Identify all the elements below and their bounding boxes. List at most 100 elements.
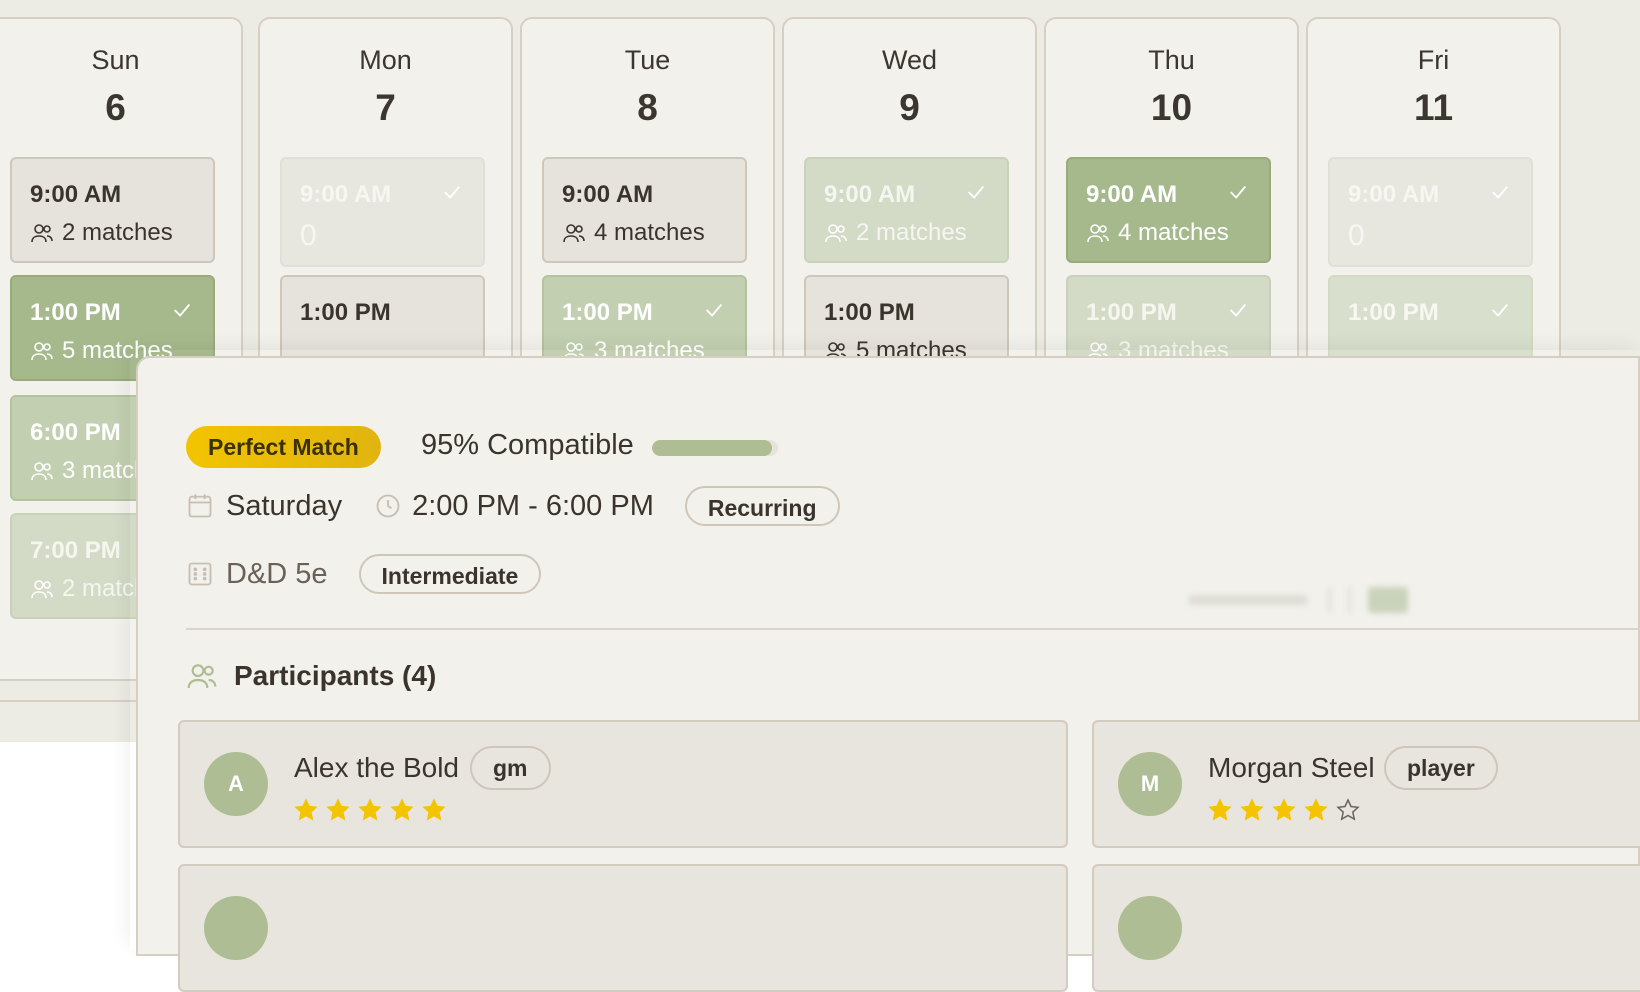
- check-icon: [1489, 299, 1511, 326]
- avatar: M: [1118, 752, 1182, 816]
- day-number: 9: [899, 87, 920, 128]
- slot-time: 9:00 AM: [562, 181, 654, 208]
- slot-time: 1:00 PM: [824, 299, 915, 326]
- star-filled-icon: [1272, 798, 1296, 821]
- participant-name: Morgan Steel: [1208, 752, 1375, 783]
- time-slot[interactable]: 9:00 AM 4 matches: [542, 157, 747, 263]
- day-number: 11: [1413, 87, 1454, 128]
- check-icon: [1227, 181, 1249, 208]
- game-system: D&D 5e: [226, 557, 328, 590]
- avatar: A: [204, 752, 268, 816]
- day-name: Sun: [91, 45, 140, 75]
- participant-card[interactable]: A Alex the Bold gm: [178, 720, 1068, 848]
- participant-card[interactable]: M Morgan Steel player: [1092, 720, 1640, 848]
- time-slot[interactable]: 9:00 AM 2 matches: [804, 157, 1009, 263]
- users-icon: [562, 221, 586, 245]
- calendar-icon: [186, 492, 214, 520]
- time-slot[interactable]: 9:00 AM 2 matches: [10, 157, 215, 263]
- check-icon: [1489, 181, 1511, 208]
- participants-header: Participants (4): [186, 660, 436, 692]
- star-filled-icon: [1304, 798, 1328, 821]
- slot-match-count: 4 matches: [562, 219, 705, 247]
- slot-match-label: 2 matches: [62, 219, 173, 246]
- star-filled-icon: [422, 798, 446, 821]
- day-number: 6: [105, 87, 126, 128]
- time-slot[interactable]: 9:00 AM 0: [280, 157, 485, 267]
- compatibility-bar-fill: [652, 440, 772, 456]
- slot-time: 9:00 AM: [300, 181, 392, 208]
- users-icon: [30, 577, 54, 601]
- slot-time: 1:00 PM: [1086, 299, 1177, 326]
- star-empty-icon: [1336, 798, 1360, 821]
- clock-icon: [374, 492, 402, 520]
- compatibility-bar: [652, 440, 778, 456]
- session-day: Saturday: [226, 489, 343, 522]
- dice-icon: [186, 560, 214, 588]
- avatar: [1118, 896, 1182, 960]
- participant-card[interactable]: [178, 864, 1068, 992]
- slot-time: 9:00 AM: [1348, 181, 1440, 208]
- users-icon: [824, 221, 848, 245]
- star-filled-icon: [358, 798, 382, 821]
- game-meta-row: D&D 5e Intermediate: [186, 552, 542, 596]
- day-name: Tue: [624, 45, 671, 75]
- section-divider: [186, 628, 1640, 630]
- slot-time: 1:00 PM: [300, 299, 391, 326]
- participants-title: Participants (4): [234, 660, 437, 691]
- slot-time: 7:00 PM: [30, 537, 121, 564]
- slot-time: 9:00 AM: [824, 181, 916, 208]
- participant-name: Alex the Bold: [294, 752, 459, 783]
- slot-match-count: 2 matches: [30, 219, 173, 247]
- role-badge: gm: [470, 746, 551, 790]
- check-icon: [1227, 299, 1249, 326]
- time-slot[interactable]: 9:00 AM 0: [1328, 157, 1533, 267]
- slot-match-label: 0: [300, 219, 317, 252]
- check-icon: [965, 181, 987, 208]
- rating-stars: [1208, 798, 1360, 822]
- day-name: Fri: [1417, 45, 1450, 75]
- users-icon: [186, 660, 218, 692]
- slot-match-label: 0: [1348, 219, 1365, 252]
- schedule-meta-row: Saturday 2:00 PM - 6:00 PM Recurring: [186, 484, 840, 528]
- time-slot[interactable]: 9:00 AM 4 matches: [1066, 157, 1271, 263]
- users-icon: [1086, 221, 1110, 245]
- check-icon: [171, 299, 193, 326]
- session-time-range: 2:00 PM - 6:00 PM: [412, 489, 654, 522]
- day-number: 7: [375, 87, 396, 128]
- slot-time: 9:00 AM: [30, 181, 122, 208]
- compatibility-label: 95% Compatible: [421, 429, 634, 461]
- day-name: Mon: [359, 45, 412, 75]
- day-number: 8: [637, 87, 658, 128]
- slot-match-count: 0: [1348, 219, 1365, 253]
- check-icon: [441, 181, 463, 208]
- experience-level-badge: Intermediate: [358, 554, 542, 594]
- slot-match-count: 0: [300, 219, 317, 253]
- star-filled-icon: [294, 798, 318, 821]
- check-icon: [703, 299, 725, 326]
- users-icon: [30, 339, 54, 363]
- perfect-match-badge: Perfect Match: [186, 426, 381, 468]
- calendar-footer-edge: [0, 700, 140, 742]
- participant-card[interactable]: [1092, 864, 1640, 992]
- slot-match-label: 2 matches: [856, 219, 967, 246]
- star-filled-icon: [1208, 798, 1232, 821]
- star-filled-icon: [1240, 798, 1264, 821]
- match-detail-panel: Perfect Match 95% Compatible Saturday 2:…: [136, 356, 1640, 992]
- slot-match-label: 4 matches: [1118, 219, 1229, 246]
- slot-match-label: 4 matches: [594, 219, 705, 246]
- slot-time: 9:00 AM: [1086, 181, 1178, 208]
- recurring-badge: Recurring: [684, 486, 840, 526]
- blurred-overlay-artifact: [1188, 585, 1428, 615]
- users-icon: [30, 459, 54, 483]
- slot-time: 1:00 PM: [562, 299, 653, 326]
- slot-time: 6:00 PM: [30, 419, 121, 446]
- avatar: [204, 896, 268, 960]
- role-badge: player: [1384, 746, 1498, 790]
- day-name: Thu: [1148, 45, 1195, 75]
- rating-stars: [294, 798, 446, 822]
- users-icon: [30, 221, 54, 245]
- slot-match-count: 2 matches: [824, 219, 967, 247]
- star-filled-icon: [390, 798, 414, 821]
- slot-time: 1:00 PM: [30, 299, 121, 326]
- day-name: Wed: [881, 45, 938, 75]
